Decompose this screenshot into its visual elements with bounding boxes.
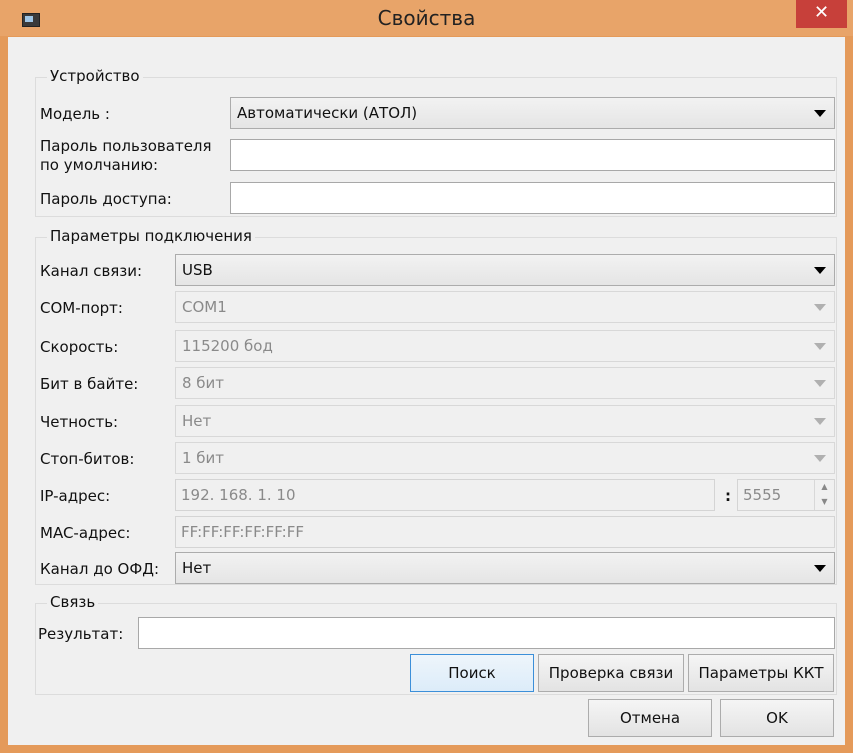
parity-label: Четность: xyxy=(40,413,119,431)
channel-select[interactable]: USB xyxy=(175,254,835,286)
chevron-down-icon xyxy=(814,267,826,274)
model-select[interactable]: Автоматически (АТОЛ) xyxy=(230,97,835,129)
link-legend: Связь xyxy=(47,593,99,611)
user-password-label-line1: Пароль пользователя xyxy=(40,137,212,155)
port-spin-buttons[interactable]: ▲ ▼ xyxy=(814,480,834,510)
chevron-down-icon xyxy=(814,565,826,572)
result-field[interactable] xyxy=(138,617,835,649)
port-value: 5555 xyxy=(743,486,782,504)
ofd-channel-label: Канал до ОФД: xyxy=(40,560,160,578)
close-button[interactable]: ✕ xyxy=(796,0,847,28)
chevron-down-icon xyxy=(814,110,826,117)
channel-label: Канал связи: xyxy=(40,262,143,280)
com-port-label: COM-порт: xyxy=(40,299,123,317)
ok-button[interactable]: OK xyxy=(720,699,834,737)
com-port-select-value: COM1 xyxy=(182,298,227,316)
chevron-down-icon xyxy=(814,304,826,311)
com-port-select[interactable]: COM1 xyxy=(175,291,835,323)
ofd-channel-select[interactable]: Нет xyxy=(175,552,835,584)
port-spinbox[interactable]: 5555 ▲ ▼ xyxy=(737,479,835,511)
speed-label: Скорость: xyxy=(40,338,119,356)
check-connection-button[interactable]: Проверка связи xyxy=(538,654,684,692)
user-password-label-line2: по умолчанию: xyxy=(40,156,159,174)
title-bar[interactable]: Свойства ✕ xyxy=(0,0,853,36)
speed-select[interactable]: 115200 бод xyxy=(175,330,835,362)
port-separator: : xyxy=(725,487,731,505)
chevron-down-icon xyxy=(814,418,826,425)
bits-label: Бит в байте: xyxy=(40,375,139,393)
parity-select[interactable]: Нет xyxy=(175,405,835,437)
bits-select[interactable]: 8 бит xyxy=(175,367,835,399)
search-button[interactable]: Поиск xyxy=(410,654,534,692)
stop-bits-label: Стоп-битов: xyxy=(40,450,135,468)
connection-legend: Параметры подключения xyxy=(47,227,255,245)
kkt-parameters-button[interactable]: Параметры ККТ xyxy=(688,654,834,692)
device-legend: Устройство xyxy=(47,67,143,85)
ofd-channel-select-value: Нет xyxy=(182,559,212,577)
dialog-window: Свойства ✕ Устройство Модель : Автоматич… xyxy=(0,0,853,753)
mac-address-field[interactable]: FF:FF:FF:FF:FF:FF xyxy=(175,516,835,548)
stop-bits-select-value: 1 бит xyxy=(182,449,225,467)
model-label: Модель : xyxy=(40,105,110,123)
model-select-value: Автоматически (АТОЛ) xyxy=(237,104,418,122)
user-password-label: Пароль пользователя по умолчанию: xyxy=(40,137,212,175)
spin-down-icon[interactable]: ▼ xyxy=(815,495,834,510)
parity-select-value: Нет xyxy=(182,412,212,430)
chevron-down-icon xyxy=(814,380,826,387)
stop-bits-select[interactable]: 1 бит xyxy=(175,442,835,474)
channel-select-value: USB xyxy=(182,261,213,279)
spin-up-icon[interactable]: ▲ xyxy=(815,480,834,495)
access-password-label: Пароль доступа: xyxy=(40,190,172,208)
dialog-client: Устройство Модель : Автоматически (АТОЛ)… xyxy=(8,37,845,745)
cancel-button[interactable]: Отмена xyxy=(588,699,712,737)
result-label: Результат: xyxy=(38,625,124,643)
mac-address-label: MAC-адрес: xyxy=(40,524,131,542)
chevron-down-icon xyxy=(814,455,826,462)
access-password-field[interactable] xyxy=(230,182,835,214)
speed-select-value: 115200 бод xyxy=(182,337,273,355)
bits-select-value: 8 бит xyxy=(182,374,225,392)
ip-address-label: IP-адрес: xyxy=(40,487,111,505)
user-password-field[interactable] xyxy=(230,139,835,171)
window-title: Свойства xyxy=(377,6,476,30)
chevron-down-icon xyxy=(814,343,826,350)
ip-address-field[interactable]: 192. 168. 1. 10 xyxy=(175,479,715,511)
